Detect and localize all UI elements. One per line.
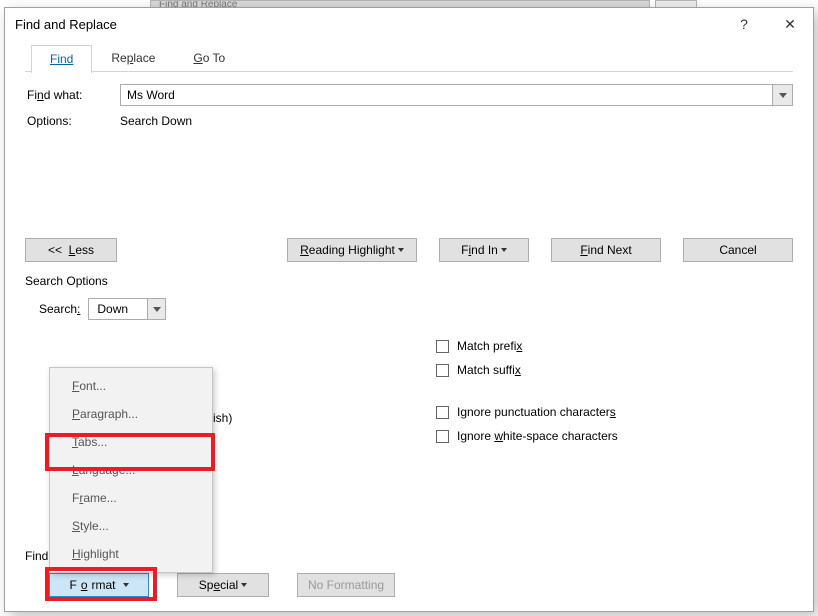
close-button[interactable]: ✕	[767, 8, 813, 40]
chevron-down-icon	[779, 93, 787, 98]
format-menu: Font... Paragraph... Tabs... Language...…	[49, 367, 213, 573]
tab-replace[interactable]: Replace	[92, 44, 174, 72]
checkbox-match-suffix[interactable]: Match suffix	[436, 358, 793, 382]
find-what-label: Find what:	[25, 88, 120, 102]
find-what-dropdown-button[interactable]	[773, 84, 793, 106]
cancel-button[interactable]: Cancel	[683, 238, 793, 262]
dialog-content: Find Replace Go To Find what: Options: S…	[5, 40, 813, 611]
checkbox-icon	[436, 364, 449, 377]
chevron-down-icon	[153, 307, 161, 312]
special-button[interactable]: Special	[177, 573, 269, 597]
tab-goto-label: Go To	[193, 51, 225, 65]
options-value: Search Down	[120, 114, 192, 128]
checkbox-match-prefix[interactable]: Match prefix	[436, 334, 793, 358]
titlebar: Find and Replace ? ✕	[5, 8, 813, 40]
format-menu-font[interactable]: Font...	[52, 372, 210, 400]
format-menu-language[interactable]: Language...	[52, 456, 210, 484]
search-options-heading: Search Options	[25, 274, 793, 288]
format-menu-paragraph[interactable]: Paragraph...	[52, 400, 210, 428]
tab-strip: Find Replace Go To	[25, 44, 793, 72]
checkbox-ignore-whitespace[interactable]: Ignore white-space characters	[436, 424, 793, 448]
checkbox-icon	[436, 430, 449, 443]
search-direction-select[interactable]: Down	[88, 298, 166, 320]
less-button[interactable]: << Less	[25, 238, 117, 262]
help-button[interactable]: ?	[721, 8, 767, 40]
tab-goto[interactable]: Go To	[174, 44, 244, 72]
checkbox-icon	[436, 406, 449, 419]
search-direction-value: Down	[89, 299, 147, 319]
dialog-title: Find and Replace	[15, 17, 117, 32]
reading-highlight-button[interactable]: Reading Highlight	[287, 238, 417, 262]
help-icon: ?	[740, 16, 748, 32]
format-menu-frame[interactable]: Frame...	[52, 484, 210, 512]
no-formatting-button[interactable]: No Formatting	[297, 573, 395, 597]
checkbox-ignore-punctuation[interactable]: Ignore punctuation characters	[436, 400, 793, 424]
find-section-heading: Find	[25, 549, 48, 563]
format-menu-style[interactable]: Style...	[52, 512, 210, 540]
checkbox-icon	[436, 340, 449, 353]
background-window-fragment	[655, 0, 697, 7]
tab-find-label: Find	[50, 52, 73, 66]
format-menu-tabs[interactable]: Tabs...	[52, 428, 210, 456]
format-button[interactable]: Format	[49, 573, 149, 597]
background-window-tab: Find and Replace	[150, 0, 650, 7]
tab-find[interactable]: Find	[31, 45, 92, 73]
search-direction-label: Search:	[39, 302, 80, 316]
format-menu-highlight[interactable]: Highlight	[52, 540, 210, 568]
find-next-button[interactable]: Find Next	[551, 238, 661, 262]
find-replace-dialog: Find and Replace ? ✕ Find Replace Go To …	[4, 7, 814, 612]
tab-replace-label: Replace	[111, 51, 155, 65]
find-in-button[interactable]: Find In	[439, 238, 529, 262]
options-label: Options:	[25, 114, 120, 128]
find-what-input[interactable]	[120, 84, 773, 106]
close-icon: ✕	[784, 16, 796, 33]
